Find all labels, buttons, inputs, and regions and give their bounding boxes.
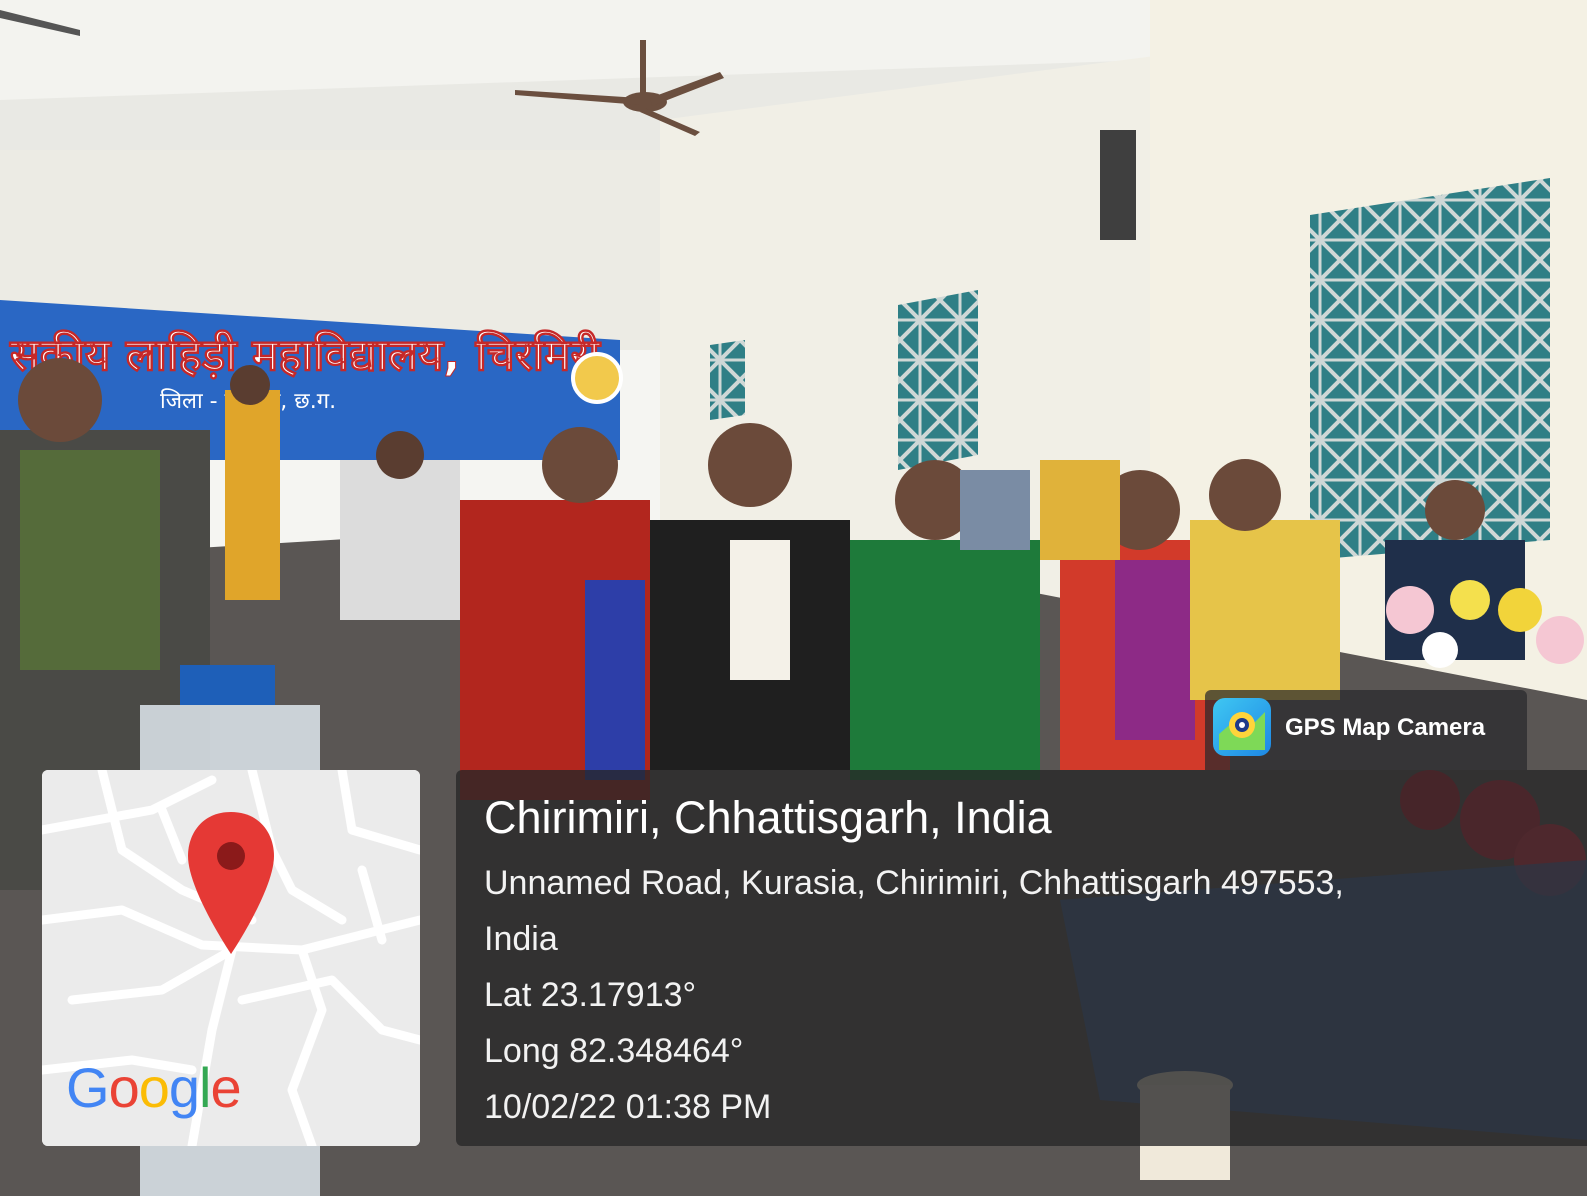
google-letter: l: [199, 1056, 211, 1119]
banner-text: सकीय लाहिड़ी महाविद्यालय, चिरमिरी: [9, 329, 601, 381]
location-info-panel: Chirimiri, Chhattisgarh, India Unnamed R…: [456, 770, 1587, 1146]
google-logo: Google: [66, 1055, 242, 1120]
google-letter: o: [108, 1056, 140, 1119]
google-letter: G: [66, 1056, 110, 1119]
longitude-text: Long 82.348464°: [484, 1032, 744, 1070]
google-letter: o: [138, 1056, 170, 1119]
datetime-text: 10/02/22 01:38 PM: [484, 1088, 772, 1126]
google-letter: g: [168, 1056, 200, 1119]
map-thumbnail: Google: [42, 770, 420, 1146]
gps-map-camera-icon: [1213, 698, 1271, 756]
latitude-text: Lat 23.17913°: [484, 976, 697, 1014]
address-line-1: Unnamed Road, Kurasia, Chirimiri, Chhatt…: [484, 864, 1344, 902]
google-letter: e: [210, 1056, 241, 1119]
address-line-2: India: [484, 920, 558, 958]
gps-map-camera-label: GPS Map Camera: [1285, 714, 1486, 741]
location-title: Chirimiri, Chhattisgarh, India: [484, 792, 1052, 843]
gps-map-camera-badge: GPS Map Camera: [1205, 690, 1527, 770]
